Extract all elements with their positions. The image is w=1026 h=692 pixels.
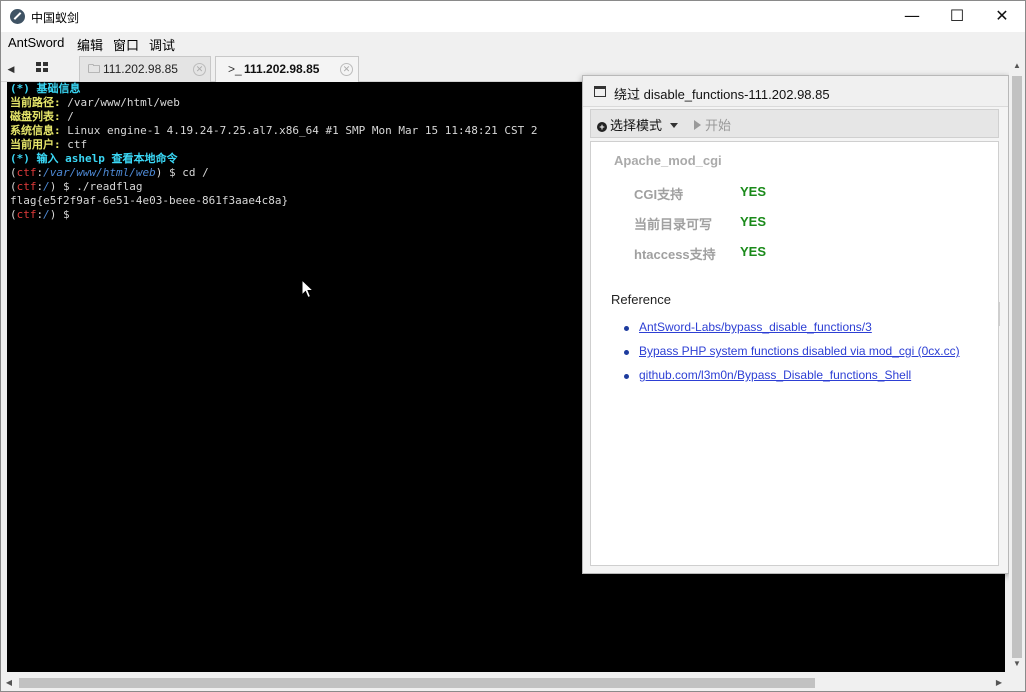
window-icon [594, 86, 606, 97]
bypass-disable-functions-panel: 绕过 disable_functions-111.202.98.85 + 选择模式… [582, 75, 1009, 574]
app-window: 中国蚁剑 — ☐ ✕ AntSword 编辑 窗口 调试 ◀ 🗀 111.202… [0, 0, 1026, 692]
menu-antsword[interactable]: AntSword [8, 35, 64, 50]
terminal-segment: 系统信息: [10, 124, 68, 137]
check-label-htaccess: htaccess支持 [634, 247, 716, 262]
module-title: Apache_mod_cgi [614, 153, 722, 168]
scrollbar-thumb[interactable] [1012, 76, 1022, 658]
tab-terminal[interactable]: >_ 111.202.98.85 ✕ [215, 56, 359, 82]
terminal-segment: /var/www/html/web [43, 166, 156, 179]
reference-link[interactable]: github.com/l3m0n/Bypass_Disable_function… [639, 368, 911, 382]
panel-header: 绕过 disable_functions-111.202.98.85 [583, 76, 1008, 107]
terminal-segment: ctf [16, 208, 37, 221]
scroll-down-icon[interactable]: ▼ [1009, 656, 1025, 672]
list-item: AntSword-Labs/bypass_disable_functions/3 [624, 320, 960, 344]
check-value-cgi: YES [740, 184, 767, 199]
tab-label: 111.202.98.85 [244, 62, 320, 76]
terminal-segment: ( [10, 166, 17, 179]
check-value-htaccess: YES [740, 244, 767, 259]
panel-content: Apache_mod_cgi CGI支持 YES 当前目录可写 YES htac… [590, 141, 999, 566]
reference-title: Reference [611, 292, 671, 307]
list-item: Bypass PHP system functions disabled via… [624, 344, 960, 368]
check-label-cgi: CGI支持 [634, 187, 684, 202]
antsword-logo-icon [10, 9, 25, 24]
menu-window[interactable]: 窗口 [113, 35, 139, 54]
folder-icon: 🗀 [88, 62, 101, 76]
terminal-segment: ( [10, 208, 17, 221]
start-label: 开始 [705, 118, 732, 133]
reference-list: AntSword-Labs/bypass_disable_functions/3… [624, 320, 960, 392]
reference-link[interactable]: AntSword-Labs/bypass_disable_functions/3 [639, 320, 872, 334]
horizontal-scrollbar[interactable]: ◀ ▶ [1, 674, 1025, 691]
terminal-segment: / [43, 208, 50, 221]
terminal-segment: /var/www/html/web [67, 96, 180, 109]
panel-resize-handle[interactable] [999, 302, 1005, 326]
scroll-right-icon[interactable]: ▶ [991, 674, 1007, 691]
plus-circle-icon: + [597, 122, 607, 132]
panel-toolbar: + 选择模式 开始 [590, 109, 999, 138]
terminal-segment: 磁盘列表: [10, 110, 68, 123]
terminal-segment: flag{e5f2f9af-6e51-4e03-beee-861f3aae4c8… [10, 194, 289, 207]
terminal-segment: ) $ [49, 208, 70, 221]
terminal-segment: / [67, 110, 74, 123]
check-value-writable: YES [740, 214, 767, 229]
tab-scroll-left-icon[interactable]: ◀ [5, 60, 17, 78]
tab-close-icon[interactable]: ✕ [193, 63, 206, 76]
tab-close-icon[interactable]: ✕ [340, 63, 353, 76]
terminal-segment: (*) 输入 ashelp 查看本地命令 [10, 152, 178, 165]
play-icon [694, 120, 701, 130]
menu-debug[interactable]: 调试 [149, 35, 175, 54]
chevron-down-icon [670, 123, 679, 128]
window-title: 中国蚁剑 [31, 11, 80, 25]
terminal-segment: ctf [16, 166, 37, 179]
terminal-segment: ctf [16, 180, 37, 193]
tab-label: 111.202.98.85 [103, 62, 178, 76]
terminal-segment: Linux engine-1 4.19.24-7.25.al7.x86_64 #… [67, 124, 538, 137]
terminal-segment: ) $ ./readflag [49, 180, 143, 193]
terminal-segment: ctf [67, 138, 88, 151]
select-mode-button[interactable]: + 选择模式 [597, 115, 679, 134]
scroll-up-icon[interactable]: ▲ [1009, 58, 1025, 74]
terminal-segment: (*) 基础信息 [10, 82, 81, 95]
menu-edit[interactable]: 编辑 [77, 35, 103, 54]
start-button[interactable]: 开始 [694, 115, 731, 134]
reference-link[interactable]: Bypass PHP system functions disabled via… [639, 344, 960, 358]
list-item: github.com/l3m0n/Bypass_Disable_function… [624, 368, 960, 392]
minimize-button[interactable]: — [889, 1, 935, 32]
panel-title: 绕过 disable_functions-111.202.98.85 [614, 87, 830, 102]
terminal-icon: >_ [228, 62, 242, 76]
maximize-button[interactable]: ☐ [934, 1, 980, 32]
terminal-segment: ( [10, 180, 17, 193]
title-bar: 中国蚁剑 — ☐ ✕ [1, 1, 1025, 32]
vertical-scrollbar[interactable]: ▲ ▼ [1009, 58, 1025, 672]
select-mode-label: 选择模式 [610, 118, 663, 133]
tab-file-manager[interactable]: 🗀 111.202.98.85 ✕ [79, 56, 211, 82]
scroll-left-icon[interactable]: ◀ [1, 674, 17, 691]
mouse-cursor-icon [301, 279, 315, 299]
terminal-segment: / [43, 180, 50, 193]
terminal-segment: 当前路径: [10, 96, 68, 109]
scrollbar-thumb[interactable] [19, 678, 815, 688]
menu-bar: AntSword 编辑 窗口 调试 [1, 32, 1025, 54]
grid-icon[interactable] [36, 62, 48, 72]
check-label-writable: 当前目录可写 [634, 217, 713, 232]
terminal-segment: ) $ cd / [155, 166, 209, 179]
close-button[interactable]: ✕ [979, 1, 1025, 32]
terminal-segment: 当前用户: [10, 138, 68, 151]
